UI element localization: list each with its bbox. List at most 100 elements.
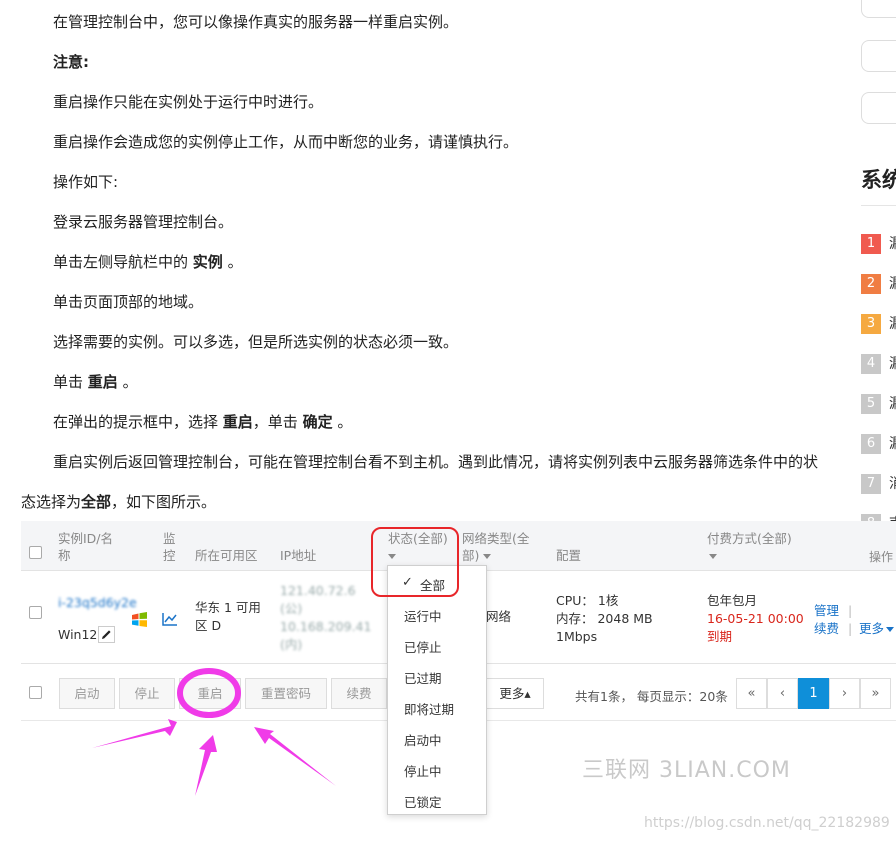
rank-badge: 3 [861,314,881,334]
expire-date: 16-05-21 00:00 [707,611,804,626]
caret-down-icon [483,554,492,559]
footer-url: https://blog.csdn.net/qq_22182989 [644,815,890,831]
header-billing-filter[interactable]: 付费方式(全部) [707,530,792,564]
instance-os-name: Win12 [58,627,98,642]
select-all-checkbox[interactable] [29,546,42,559]
arrow-icon [195,735,217,796]
private-ip: 10.168.209.41 [280,619,372,634]
expire-label: 到期 [707,629,733,644]
renew-link[interactable]: 续费 [814,620,839,638]
checkmark-icon: ✓ [402,575,413,590]
config-bandwidth: 1Mbps [556,629,598,644]
console-screenshot: 实例ID/名称 监控 所在可用区 IP地址 状态(全部) 网络类型(全部) 配置… [21,521,896,815]
manage-link[interactable]: 管理 [814,602,839,620]
rank-badge: 5 [861,394,881,414]
sidebar-title: 系统 [861,168,896,192]
rank-badge: 4 [861,354,881,374]
watermark: 三联网 3LIAN.COM [582,758,791,783]
rank-link[interactable]: 漏 [889,314,896,334]
status-option-running[interactable]: 运行中 [404,606,442,625]
rank-link[interactable]: 漏 [889,354,896,374]
step-text: ，如下图所示。 [111,493,217,511]
caret-down-icon [886,627,895,632]
status-option-locked[interactable]: 已锁定 [404,792,442,811]
config-memory: 内存： 2048 MB [556,611,653,626]
pager-last[interactable]: » [860,678,891,709]
status-option-expiring[interactable]: 即将过期 [404,699,454,718]
more-ops-link[interactable]: 更多 [859,620,895,638]
renew-button[interactable]: 续费 [331,678,387,709]
rank-link[interactable]: 消 [889,474,896,494]
status-option-stopping[interactable]: 停止中 [404,761,442,780]
reset-password-button[interactable]: 重置密码 [245,678,327,709]
network-type: 网络 [486,609,512,624]
caret-down-icon [388,554,396,559]
step-text: 单击左侧导航栏中的 [53,253,193,271]
step-bold: 全部 [81,493,112,511]
config-cpu: CPU： 1核 [556,593,619,608]
rank-link[interactable]: 漏 [889,234,896,254]
step-confirm: 在弹出的提示框中，选择 重启，单击 确定 。 [53,412,352,432]
sidebar-partial-label: 操作 [869,550,894,564]
step-bold: 确定 [302,413,333,431]
instance-id-link[interactable]: i-23q5d6y2e [58,594,137,612]
pager-first[interactable]: « [736,678,767,709]
header-zone: 所在可用区 [195,548,258,563]
more-actions-button[interactable]: 更多▴ [486,678,544,709]
paragraph-note-2: 重启操作会造成您的实例停止工作，从而中断您的业务，请谨慎执行。 [53,133,519,151]
rank-link[interactable]: 漏 [889,274,896,294]
step-text: 。 [332,413,353,431]
status-option-starting[interactable]: 启动中 [404,730,442,749]
step-bold: 重启 [222,413,253,431]
stop-button[interactable]: 停止 [119,678,175,709]
step-bold: 重启 [87,373,118,391]
header-network-filter[interactable]: 网络类型(全部) [462,530,534,564]
step-select-instance: 选择需要的实例。可以多选，但是所选实例的状态必须一致。 [53,333,459,351]
edit-pencil-icon[interactable] [98,626,115,643]
private-ip-tag: (内) [280,637,303,652]
header-monitor: 监控 [163,531,176,563]
rank-badge: 6 [861,434,881,454]
zone-line-1: 华东 1 可用 [195,600,261,615]
note-title: 注意: [53,53,89,71]
footer-select-all-checkbox[interactable] [29,686,42,699]
rank-link[interactable]: 漏 [889,394,896,414]
monitor-chart-icon[interactable] [162,611,178,626]
header-ip: IP地址 [280,548,317,563]
sidebar-pill[interactable] [861,40,896,72]
public-ip: 121.40.72.6 [280,583,356,598]
ops-separator: | [848,603,853,618]
annotation-arrows [92,719,336,796]
public-ip-tag: (公) [280,601,303,616]
rank-badge: 7 [861,474,881,494]
pager-prev[interactable]: ‹ [767,678,798,709]
pager-page-1[interactable]: 1 [798,678,829,709]
step-bold: 实例 [192,253,223,271]
status-option-stopped[interactable]: 已停止 [404,637,442,656]
sidebar-pill[interactable] [861,92,896,124]
step-filter-all: 重启实例后返回管理控制台，可能在管理控制台看不到主机。遇到此情况，请将实例列表中… [21,442,821,522]
row-checkbox[interactable] [29,606,42,619]
status-option-all[interactable]: 全部 [420,575,445,594]
sidebar-pill[interactable] [861,0,896,18]
table-header: 实例ID/名称 监控 所在可用区 IP地址 状态(全部) 网络类型(全部) 配置… [21,521,896,571]
pager-next[interactable]: › [829,678,860,709]
windows-icon [131,612,148,627]
status-option-expired[interactable]: 已过期 [404,668,442,687]
header-config: 配置 [556,548,582,563]
start-button[interactable]: 启动 [59,678,115,709]
rank-badge: 1 [861,234,881,254]
restart-button[interactable]: 重启 [179,678,241,709]
paragraph-intro: 在管理控制台中，您可以像操作真实的服务器一样重启实例。 [53,13,459,31]
rank-link[interactable]: 漏 [889,434,896,454]
arrow-icon [254,727,336,786]
step-text: 。 [222,253,243,271]
header-network-label: 网络类型(全部) [462,531,530,563]
header-status-filter[interactable]: 状态(全部) [388,530,448,564]
zone-line-2: 区 D [195,618,222,633]
status-filter-dropdown: ✓ 全部 运行中 已停止 已过期 即将过期 启动中 停止中 已锁定 [387,565,487,815]
sidebar-divider [861,205,896,206]
step-text: ，单击 [252,413,303,431]
step-click-restart: 单击 重启 。 [53,372,138,392]
pagination-summary: 共有1条， 每页显示：20条 [575,689,728,704]
